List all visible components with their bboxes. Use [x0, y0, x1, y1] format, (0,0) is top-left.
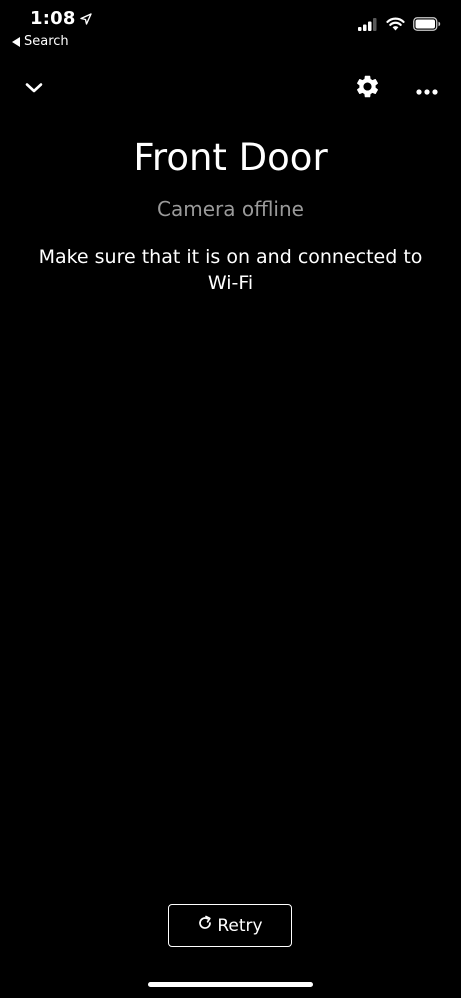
- settings-button[interactable]: [350, 71, 384, 105]
- gear-icon: [354, 73, 381, 104]
- camera-name-title: Front Door: [133, 136, 328, 179]
- back-app-label: Search: [24, 34, 69, 49]
- more-horizontal-icon: [416, 80, 438, 99]
- status-indicators: [358, 17, 441, 31]
- back-to-app-link[interactable]: Search: [12, 34, 69, 49]
- refresh-icon: [197, 915, 213, 936]
- back-triangle-icon: [12, 36, 20, 47]
- camera-status-text: Camera offline: [157, 197, 304, 221]
- location-arrow-icon: [79, 12, 92, 25]
- retry-button[interactable]: Retry: [168, 904, 292, 947]
- more-options-button[interactable]: [410, 77, 444, 101]
- home-indicator[interactable]: [148, 982, 313, 987]
- chevron-down-icon: [25, 79, 43, 98]
- wifi-icon: [386, 17, 405, 31]
- retry-label: Retry: [217, 915, 263, 936]
- cellular-signal-icon: [358, 17, 378, 31]
- time-text: 1:08: [30, 8, 76, 29]
- collapse-button[interactable]: [18, 74, 50, 102]
- status-bar-time: 1:08: [30, 8, 92, 29]
- offline-help-message: Make sure that it is on and connected to…: [38, 246, 423, 294]
- battery-icon: [413, 17, 441, 31]
